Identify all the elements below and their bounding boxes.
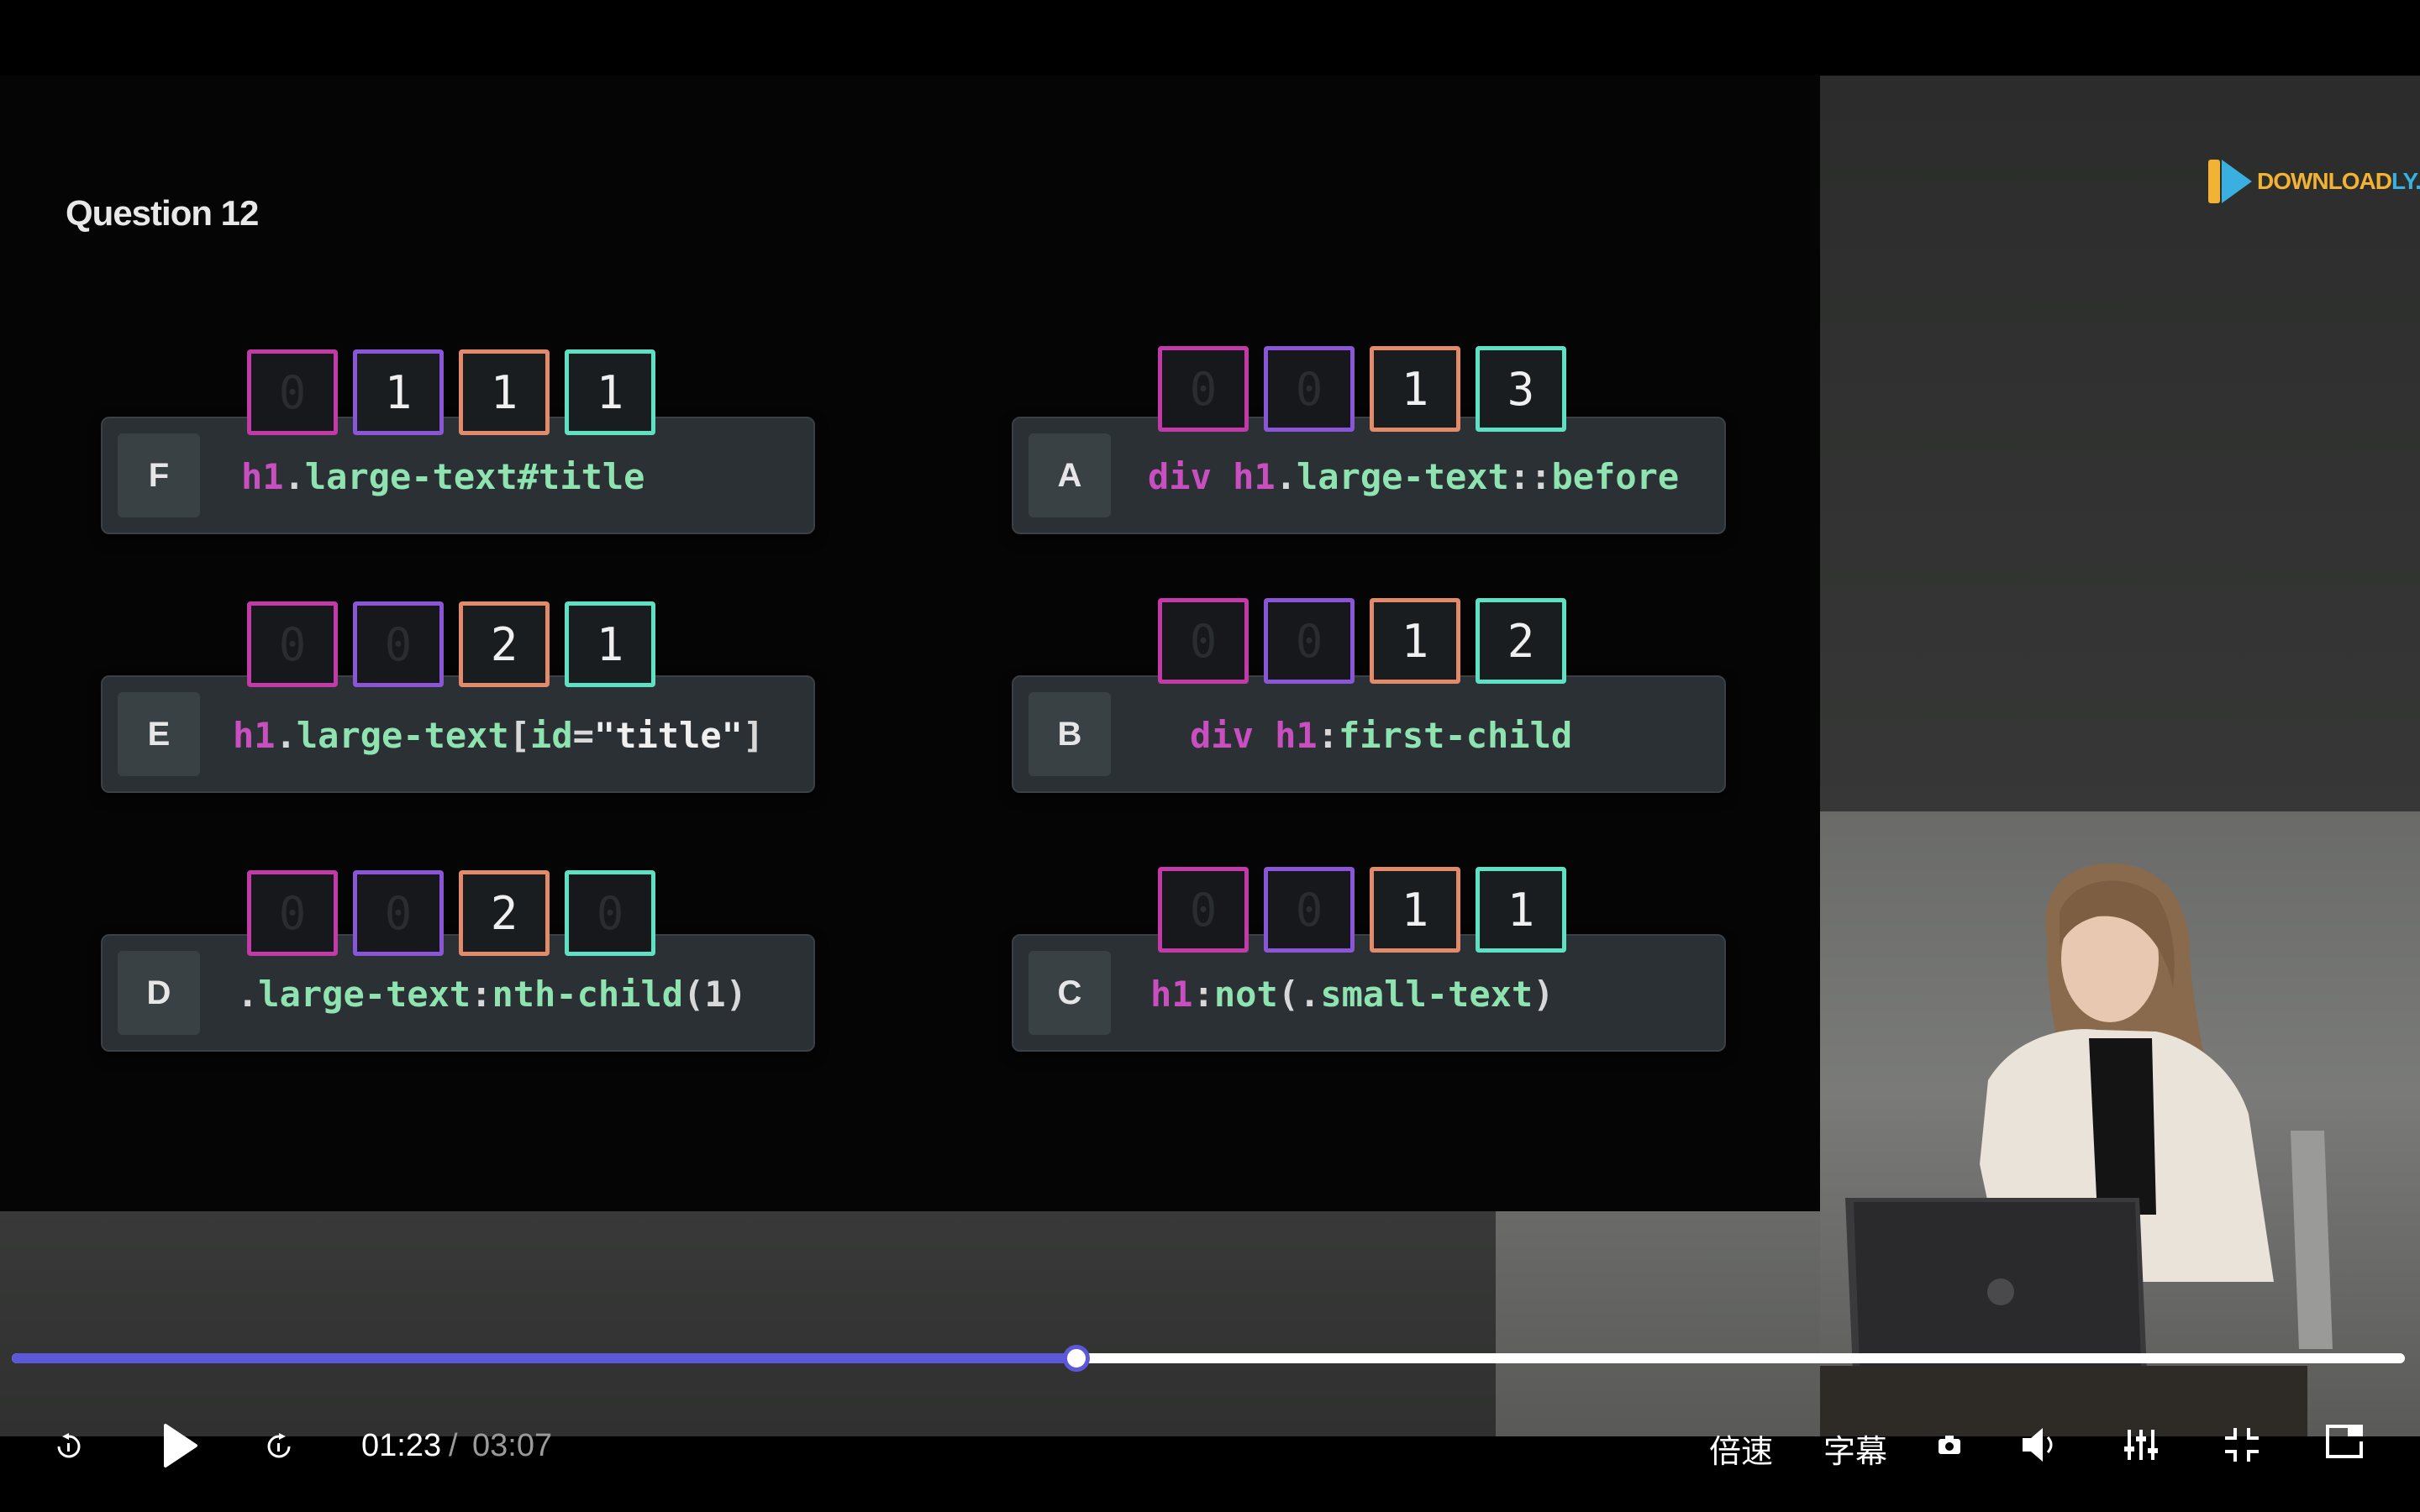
code-token: nth-child — [492, 974, 684, 1015]
code-token: before — [1551, 456, 1680, 497]
specificity-digit: 0 — [353, 601, 444, 687]
code-token: h1 — [241, 456, 284, 497]
card-letter: B — [1028, 692, 1111, 776]
code-token: #title — [517, 456, 645, 497]
watermark-text: DOWNLOADLY.IR — [2257, 168, 2420, 194]
specificity-digit: 0 — [565, 870, 655, 956]
specificity-digit: 2 — [459, 601, 550, 687]
specificity-digit: 0 — [1158, 346, 1249, 432]
selector-code: h1.large-text#title — [241, 418, 644, 536]
code-token: div h1 — [1148, 456, 1276, 497]
specificity-digit: 0 — [1264, 867, 1355, 953]
card-letter: D — [118, 951, 200, 1035]
code-token: large-text — [296, 715, 509, 756]
code-token: not — [1213, 974, 1278, 1015]
video-frame[interactable]: Question 12 Fh1.large-text#title 0 1 1 1 Adiv… — [0, 76, 2420, 1436]
specificity-digit: 1 — [1370, 867, 1460, 953]
current-time: 01:23 — [361, 1428, 442, 1463]
selector-code: div h1.large-text::before — [1148, 418, 1679, 536]
progress-fill — [12, 1353, 1077, 1363]
card-letter: C — [1028, 951, 1111, 1035]
selector-card-b: Bdiv h1:first-child — [1012, 675, 1726, 793]
code-token: : — [1317, 715, 1339, 756]
code-token: :: — [1508, 456, 1552, 497]
code-token: : — [471, 974, 492, 1015]
specificity-digit: 2 — [1476, 598, 1566, 684]
code-token: ) — [1533, 974, 1555, 1015]
code-token: : — [1192, 974, 1214, 1015]
specificity-digit: 0 — [247, 870, 338, 956]
code-token: h1 — [233, 715, 276, 756]
play-logo-icon — [2208, 156, 2254, 207]
card-letter: F — [118, 433, 200, 517]
specificity-digit: 0 — [247, 601, 338, 687]
specificity-score: 0011 — [1158, 867, 1566, 953]
code-token: (1) — [683, 974, 747, 1015]
selector-code: h1:not(.small-text) — [1150, 936, 1554, 1053]
code-token: . — [1275, 456, 1297, 497]
code-token: small-text — [1320, 974, 1534, 1015]
volume-icon[interactable] — [2017, 1423, 2064, 1467]
specificity-score: 0020 — [247, 870, 655, 956]
specificity-score: 0111 — [247, 349, 655, 435]
screenshot-icon[interactable] — [1933, 1428, 1966, 1462]
selector-card-e: Eh1.large-text[id="title"] — [101, 675, 815, 793]
specificity-digit: 0 — [1158, 867, 1249, 953]
code-token: . — [275, 715, 297, 756]
play-icon[interactable] — [156, 1420, 203, 1472]
specificity-digit: 3 — [1476, 346, 1566, 432]
selector-code: div h1:first-child — [1190, 677, 1572, 795]
rewind-icon[interactable] — [50, 1428, 87, 1465]
code-token: = — [572, 715, 594, 756]
specificity-digit: 1 — [1370, 346, 1460, 432]
presentation-slide: Question 12 Fh1.large-text#title 0 1 1 1 Adiv… — [0, 76, 1820, 1211]
code-token: [ — [508, 715, 531, 756]
code-token: . — [283, 456, 305, 497]
specificity-digit: 0 — [1264, 598, 1355, 684]
specificity-digit: 1 — [1476, 867, 1566, 953]
specificity-digit: 1 — [459, 349, 550, 435]
code-token: large-text — [304, 456, 518, 497]
time-separator: / — [449, 1428, 458, 1463]
duration: 03:07 — [472, 1428, 553, 1463]
specificity-digit: 0 — [1158, 598, 1249, 684]
slide-title: Question 12 — [66, 193, 259, 233]
specificity-digit: 2 — [459, 870, 550, 956]
code-token: h1 — [1150, 974, 1193, 1015]
specificity-digit: 0 — [353, 870, 444, 956]
specificity-digit: 1 — [353, 349, 444, 435]
specificity-digit: 0 — [1264, 346, 1355, 432]
presenter-image — [1820, 811, 2420, 1436]
specificity-score: 0013 — [1158, 346, 1566, 432]
exit-fullscreen-icon[interactable] — [2222, 1425, 2262, 1465]
stage-floor — [0, 1211, 1496, 1436]
code-token: id — [530, 715, 573, 756]
code-token: first-child — [1339, 715, 1573, 756]
speed-button[interactable]: 倍速 — [1709, 1425, 1773, 1472]
subtitle-button[interactable]: 字幕 — [1823, 1425, 1887, 1472]
specificity-digit: 0 — [247, 349, 338, 435]
code-token: large-text — [1297, 456, 1509, 497]
pip-icon[interactable] — [2323, 1421, 2366, 1462]
specificity-score: 0012 — [1158, 598, 1566, 684]
code-token: div h1 — [1190, 715, 1318, 756]
specificity-digit: 1 — [565, 601, 655, 687]
watermark-logo: DOWNLOADLY.IR — [2208, 156, 2420, 207]
selector-code: h1.large-text[id="title"] — [233, 677, 764, 795]
card-letter: E — [118, 692, 200, 776]
code-token: (. — [1277, 974, 1321, 1015]
code-token: "title" — [593, 715, 743, 756]
specificity-score: 0021 — [247, 601, 655, 687]
specificity-digit: 1 — [565, 349, 655, 435]
settings-icon[interactable] — [2121, 1425, 2161, 1465]
card-letter: A — [1028, 433, 1111, 517]
specificity-digit: 1 — [1370, 598, 1460, 684]
stage-floor-lit — [1496, 1211, 1820, 1436]
selector-card-a: Adiv h1.large-text::before — [1012, 417, 1726, 534]
progress-bar[interactable] — [12, 1345, 2405, 1372]
forward-icon[interactable] — [260, 1428, 297, 1465]
code-token: ] — [742, 715, 765, 756]
code-token: . — [237, 974, 259, 1015]
code-token: large-text — [258, 974, 471, 1015]
